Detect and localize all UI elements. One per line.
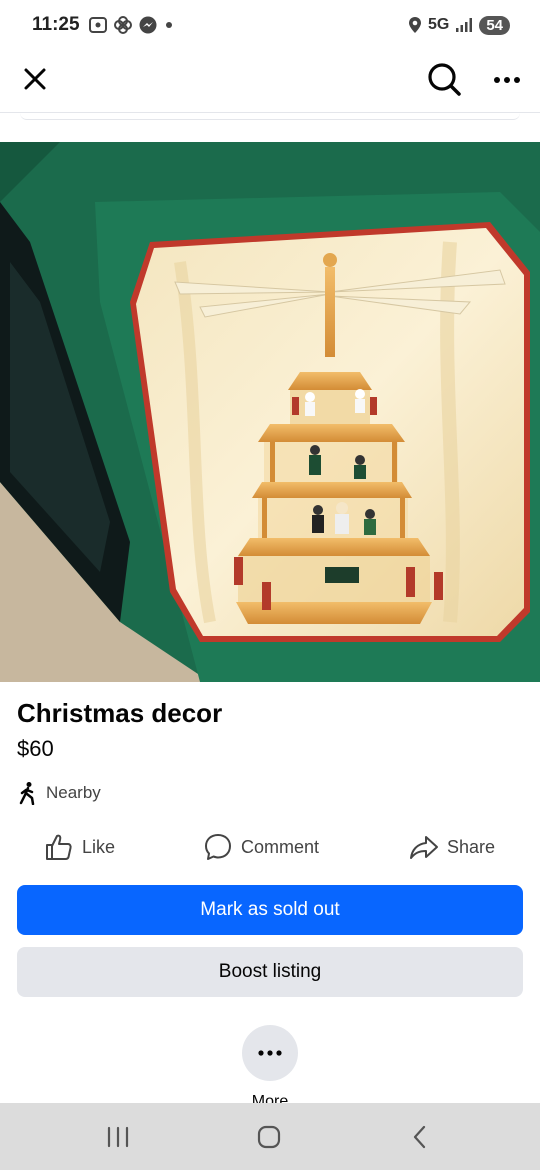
mark-as-sold-button[interactable]: Mark as sold out — [17, 885, 523, 935]
back-icon — [413, 1125, 426, 1149]
close-button[interactable] — [18, 62, 52, 96]
search-icon — [428, 63, 461, 96]
system-nav-bar — [0, 1103, 540, 1170]
back-button[interactable] — [400, 1121, 440, 1153]
more-button[interactable] — [242, 1025, 298, 1081]
share-button[interactable]: Share — [409, 830, 495, 864]
recent-apps-button[interactable] — [98, 1121, 138, 1153]
more-horizontal-icon — [494, 77, 520, 83]
listing-photo-image — [0, 142, 540, 682]
listing-price: $60 — [17, 736, 54, 761]
pinwheel-notification-icon — [114, 16, 132, 34]
battery-indicator: 54 — [479, 15, 510, 35]
more-horizontal-icon — [258, 1050, 282, 1056]
screenshot-notification-icon — [89, 17, 107, 33]
scrolled-card-edge — [20, 113, 520, 120]
thumbs-up-icon — [46, 834, 72, 860]
share-arrow-icon — [410, 836, 438, 859]
messenger-notification-icon — [139, 16, 157, 34]
signal-icon — [456, 18, 473, 32]
share-label: Share — [447, 836, 496, 857]
status-time: 11:25 — [32, 14, 80, 35]
close-icon — [24, 68, 46, 90]
comment-label: Comment — [241, 836, 320, 857]
top-bar — [0, 50, 540, 110]
status-bar: 11:25 5G 54 — [0, 0, 540, 50]
home-icon — [257, 1125, 281, 1149]
home-button[interactable] — [249, 1121, 289, 1153]
status-right: 5G 54 — [408, 14, 510, 36]
more-options-button[interactable] — [488, 60, 526, 98]
search-button[interactable] — [425, 60, 463, 98]
like-button[interactable]: Like — [44, 830, 115, 864]
listing-title: Christmas decor — [17, 698, 223, 728]
walking-person-icon — [19, 782, 35, 805]
boost-listing-button[interactable]: Boost listing — [17, 947, 523, 997]
recent-apps-icon — [107, 1126, 129, 1148]
dot-notification-icon — [166, 22, 172, 28]
location-label: Nearby — [46, 783, 101, 802]
comment-bubble-icon — [205, 834, 231, 860]
listing-photo[interactable] — [0, 142, 540, 682]
notification-icons — [88, 14, 175, 36]
location-icon — [408, 17, 421, 33]
network-label: 5G — [427, 16, 450, 33]
comment-button[interactable]: Comment — [203, 830, 319, 864]
location-row: Nearby — [17, 781, 101, 805]
like-label: Like — [82, 836, 116, 857]
